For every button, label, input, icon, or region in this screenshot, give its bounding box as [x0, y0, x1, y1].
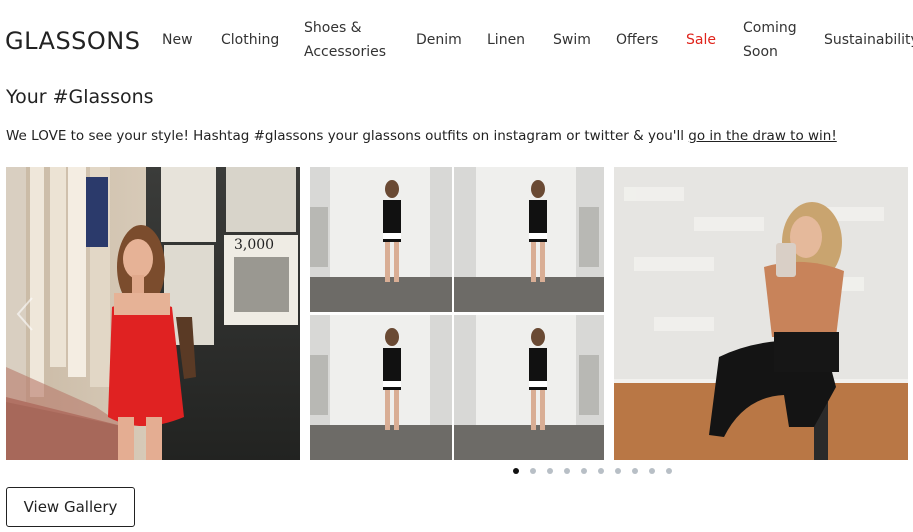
nav-item-shoes-accessories[interactable]: Shoes & Accessories: [304, 16, 386, 64]
carousel-dot[interactable]: [598, 468, 604, 474]
nav-item-new[interactable]: New: [162, 28, 193, 52]
view-gallery-button[interactable]: View Gallery: [6, 487, 135, 527]
intro-body: We LOVE to see your style! Hashtag #glas…: [6, 128, 689, 144]
nav-item-denim[interactable]: Denim: [416, 28, 462, 52]
photo-black-dress-grid[interactable]: [310, 167, 604, 460]
carousel-dot[interactable]: [547, 468, 553, 474]
nav-item-coming-soon[interactable]: Coming Soon: [743, 16, 797, 64]
nav-item-linen[interactable]: Linen: [487, 28, 525, 52]
page-title: Your #Glassons: [6, 86, 154, 108]
nav-item-sale[interactable]: Sale: [686, 28, 716, 52]
carousel-dot[interactable]: [530, 468, 536, 474]
nav-item-shoes-line2: Accessories: [304, 44, 387, 60]
photo-red-dress[interactable]: 3,000: [6, 167, 300, 460]
carousel-dot[interactable]: [649, 468, 655, 474]
nav-item-sustainability[interactable]: Sustainability: [824, 28, 913, 52]
nav-item-coming-line1: Coming: [743, 20, 797, 36]
nav-item-clothing[interactable]: Clothing: [221, 28, 279, 52]
photo-orange-top[interactable]: [614, 167, 908, 460]
nav-item-swim[interactable]: Swim: [553, 28, 591, 52]
nav-item-offers[interactable]: Offers: [616, 28, 658, 52]
carousel-dot[interactable]: [615, 468, 621, 474]
carousel-dot[interactable]: [632, 468, 638, 474]
carousel-dot[interactable]: [581, 468, 587, 474]
glassons-logo[interactable]: GLASSONS: [5, 27, 140, 55]
carousel-prev-arrow-icon[interactable]: [14, 296, 38, 332]
carousel-dot[interactable]: [564, 468, 570, 474]
svg-text:3,000: 3,000: [234, 237, 274, 253]
nav-item-coming-line2: Soon: [743, 44, 778, 60]
draw-link[interactable]: go in the draw to win!: [688, 128, 837, 144]
nav-item-shoes-line1: Shoes &: [304, 20, 362, 36]
carousel-dot[interactable]: [666, 468, 672, 474]
intro-text: We LOVE to see your style! Hashtag #glas…: [6, 128, 837, 144]
site-header: GLASSONS New Clothing Shoes & Accessorie…: [0, 0, 913, 80]
carousel-dot[interactable]: [513, 468, 519, 474]
